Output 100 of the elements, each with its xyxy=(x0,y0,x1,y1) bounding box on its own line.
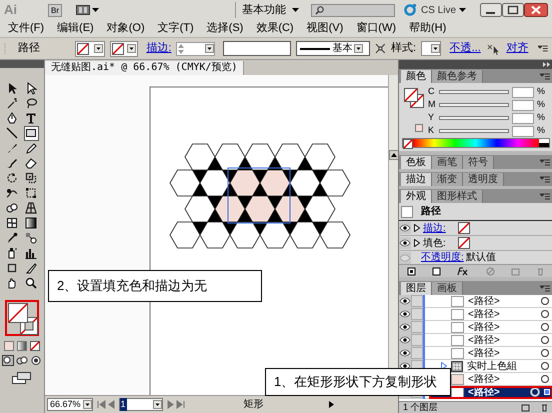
artboard-icon[interactable] xyxy=(6,262,19,275)
maximize-button[interactable] xyxy=(502,3,524,17)
caret-icon[interactable] xyxy=(354,44,364,53)
slider-track[interactable] xyxy=(439,90,509,94)
paintbrush-icon[interactable] xyxy=(6,142,19,155)
panel-tab[interactable]: 画板 xyxy=(432,282,463,295)
draw-normal-icon[interactable] xyxy=(2,355,14,366)
zoom-field[interactable]: 66.67% xyxy=(47,398,93,411)
value-field[interactable] xyxy=(512,100,534,110)
target-circle-icon[interactable] xyxy=(530,387,540,397)
play-icon[interactable] xyxy=(328,400,335,409)
scroll-up-icon[interactable] xyxy=(389,150,399,160)
lock-toggle[interactable] xyxy=(411,334,423,346)
value-field[interactable] xyxy=(512,86,534,98)
visibility-eye-icon[interactable] xyxy=(399,334,411,346)
panel-tab[interactable]: 图层 xyxy=(401,282,432,295)
panel-tab[interactable]: 图形样式 xyxy=(432,190,483,203)
corner-arrows-icon[interactable] xyxy=(375,43,386,54)
layer-row[interactable]: <路径> xyxy=(429,294,552,308)
line-tool-icon[interactable] xyxy=(6,127,19,140)
new-layer-icon[interactable] xyxy=(521,403,530,412)
last-color-swatch[interactable] xyxy=(415,124,423,132)
bridge-button[interactable]: Br xyxy=(48,4,62,16)
warp-icon[interactable] xyxy=(6,187,19,200)
slider-track[interactable] xyxy=(439,129,509,133)
add-fill-icon[interactable] xyxy=(432,266,442,276)
lock-toggle[interactable] xyxy=(411,321,423,333)
visibility-eye-icon[interactable] xyxy=(399,347,411,359)
selection-square[interactable] xyxy=(544,389,550,395)
direct-selection-icon[interactable] xyxy=(25,82,38,95)
slider-track[interactable] xyxy=(439,116,509,120)
blob-brush-icon[interactable] xyxy=(6,157,19,170)
trash-icon[interactable] xyxy=(540,403,549,412)
scale-icon[interactable] xyxy=(25,172,38,185)
fill-stroke-control[interactable] xyxy=(5,300,39,336)
panel-menu-icon[interactable] xyxy=(540,285,550,292)
visibility-eye-icon[interactable] xyxy=(399,222,411,234)
target-circle-icon[interactable] xyxy=(540,296,550,306)
perspective-grid-icon[interactable] xyxy=(25,202,38,215)
mesh-icon[interactable] xyxy=(6,217,19,230)
brush-dropdown[interactable]: 基本 xyxy=(296,41,370,56)
visibility-eye-icon[interactable] xyxy=(399,295,411,307)
target-circle-icon[interactable] xyxy=(540,309,550,319)
stroke-link[interactable]: 描边: xyxy=(146,40,172,57)
rectangle-tool-icon[interactable] xyxy=(25,127,38,140)
stroke-weight-field[interactable] xyxy=(176,42,216,56)
align-link[interactable]: 对齐 xyxy=(506,40,528,57)
add-stroke-icon[interactable] xyxy=(407,266,416,276)
menu-item[interactable]: 文件(F) xyxy=(8,20,44,37)
close-button[interactable] xyxy=(524,3,548,17)
panel-menu-icon[interactable] xyxy=(540,193,550,200)
lock-toggle[interactable] xyxy=(411,308,423,320)
menu-item[interactable]: 视图(V) xyxy=(306,20,344,37)
panel-tab[interactable]: 透明度 xyxy=(463,173,504,186)
menu-item[interactable]: 选择(S) xyxy=(206,20,244,37)
pencil-icon[interactable] xyxy=(25,142,38,155)
free-transform-icon[interactable] xyxy=(25,187,38,200)
visibility-eye-icon[interactable] xyxy=(399,237,411,249)
next-last-icon[interactable] xyxy=(166,400,185,409)
shape-builder-icon[interactable] xyxy=(6,202,19,215)
stroke-swatch-icon[interactable] xyxy=(458,222,470,234)
rotate-icon[interactable] xyxy=(6,172,19,185)
layer-row[interactable]: <路径> xyxy=(429,334,552,346)
artboard-field[interactable]: 1 xyxy=(118,398,163,411)
type-tool-icon[interactable] xyxy=(25,112,38,125)
menu-item[interactable]: 编辑(E) xyxy=(57,20,94,37)
column-graph-icon[interactable] xyxy=(25,247,38,260)
panel-tab[interactable]: 色板 xyxy=(401,156,432,169)
value-field[interactable] xyxy=(512,112,534,124)
pointer-icon[interactable] xyxy=(486,42,502,54)
effects-icon[interactable] xyxy=(457,266,470,276)
fill-dropdown[interactable] xyxy=(75,40,106,56)
panel-menu-icon[interactable] xyxy=(540,159,550,166)
panel-tab[interactable]: 外观 xyxy=(401,190,432,203)
visibility-eye-icon[interactable] xyxy=(399,308,411,320)
variable-width-dropdown[interactable] xyxy=(223,41,292,56)
panel-tab[interactable]: 描边 xyxy=(401,173,432,186)
menu-item[interactable]: 帮助(H) xyxy=(409,20,446,37)
opacity-link[interactable]: 不透... xyxy=(450,40,481,57)
panel-tab[interactable]: 符号 xyxy=(463,156,494,169)
target-circle-icon[interactable] xyxy=(540,374,550,384)
slider-track[interactable] xyxy=(439,103,509,107)
blend-icon[interactable] xyxy=(25,232,38,245)
layout-button[interactable] xyxy=(76,5,99,15)
layer-row[interactable]: <路径> xyxy=(429,308,552,320)
workspace-switcher[interactable]: 基本功能 xyxy=(242,2,286,18)
panel-tab[interactable]: 渐变 xyxy=(432,173,463,186)
menu-item[interactable]: 窗口(W) xyxy=(356,20,396,37)
draw-behind-icon[interactable] xyxy=(16,355,28,366)
document-tab[interactable]: 无缝贴图.ai* @ 66.67% (CMYK/预览) xyxy=(45,61,244,75)
target-circle-icon[interactable] xyxy=(540,361,550,371)
panel-menu-icon[interactable] xyxy=(540,73,550,80)
panel-tab[interactable]: 颜色 xyxy=(401,70,432,83)
draw-inside-icon[interactable] xyxy=(30,355,42,366)
color-mode-icon[interactable] xyxy=(4,341,14,351)
gradient-icon[interactable] xyxy=(25,217,38,230)
none-mode-icon[interactable] xyxy=(30,341,40,351)
panel-tab[interactable]: 颜色参考 xyxy=(432,70,483,83)
panel-menu-icon[interactable] xyxy=(540,176,550,183)
minimize-button[interactable] xyxy=(480,3,502,17)
